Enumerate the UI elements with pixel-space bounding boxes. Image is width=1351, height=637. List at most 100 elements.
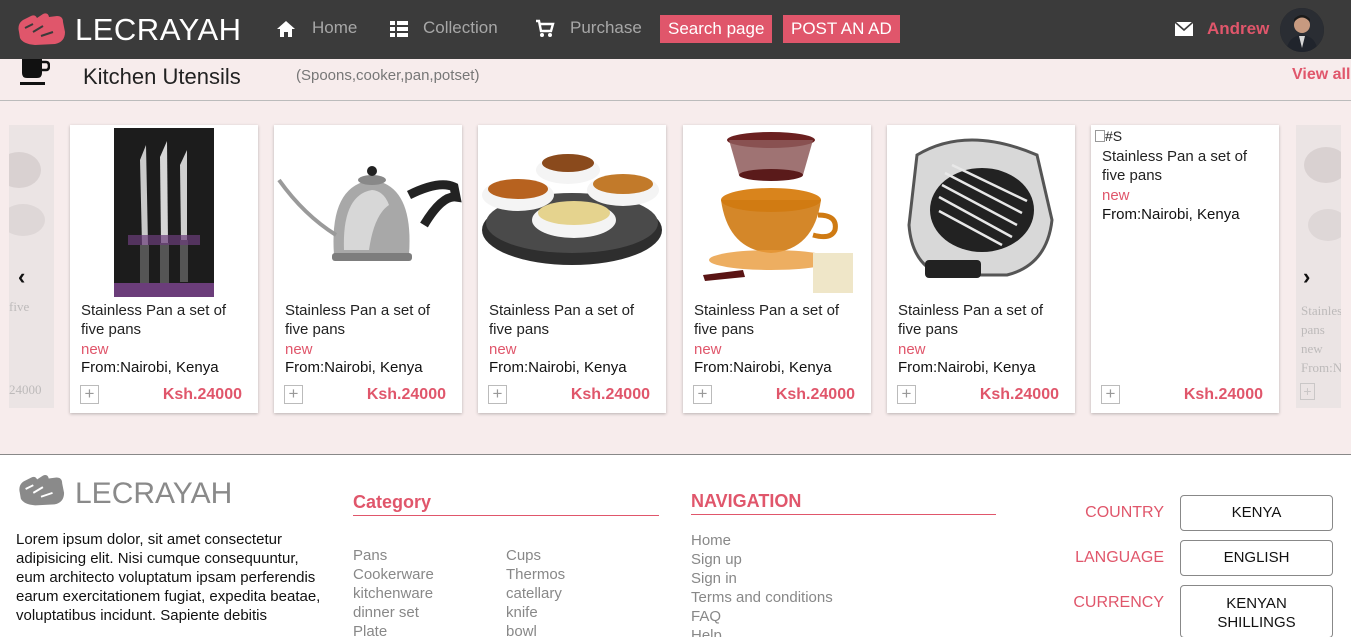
nav-collection[interactable]: Collection	[423, 18, 498, 38]
footer-nav-link[interactable]: Sign in	[691, 569, 833, 588]
add-to-cart-button[interactable]: +	[488, 385, 507, 404]
add-to-cart-button[interactable]: +	[1101, 385, 1120, 404]
category-heading: Category	[353, 492, 659, 516]
mail-icon[interactable]	[1175, 22, 1193, 36]
country-select[interactable]: KENYA	[1180, 495, 1333, 531]
broken-image-alt: #S	[1105, 128, 1123, 144]
add-to-cart-button[interactable]: +	[80, 385, 99, 404]
hand-logo-icon[interactable]	[15, 10, 67, 48]
product-image	[703, 132, 853, 293]
partial-card-line: From:Na	[1301, 360, 1341, 375]
category-link[interactable]: Plate	[353, 622, 434, 637]
broken-image-icon	[1095, 130, 1105, 142]
footer-nav-link[interactable]: Terms and conditions	[691, 588, 833, 607]
product-price: Ksh.24000	[366, 386, 446, 403]
product-condition: new	[1102, 187, 1130, 204]
top-navbar: LECRAYAH Home Collection Purchase Search…	[0, 0, 1351, 59]
category-link[interactable]: Cookerware	[353, 565, 434, 584]
partial-card-line: pans	[1301, 322, 1325, 337]
currency-label: CURRENCY	[1073, 594, 1164, 611]
view-all-link[interactable]: View all	[1292, 66, 1350, 84]
product-name[interactable]: Stainless Pan a set of five pans	[285, 301, 445, 339]
category-link[interactable]: Thermos	[506, 565, 565, 584]
user-name[interactable]: Andrew	[1207, 19, 1269, 39]
add-to-cart-button[interactable]: +	[693, 385, 712, 404]
hand-logo-icon	[19, 475, 65, 506]
category-link[interactable]: catellary	[506, 584, 565, 603]
product-price: Ksh.24000	[1183, 386, 1263, 403]
product-name[interactable]: Stainless Pan a set of five pans	[81, 301, 241, 339]
carousel-prev-button[interactable]: ‹	[18, 264, 25, 290]
product-card[interactable]: Stainless Pan a set of five pans new Fro…	[683, 125, 871, 413]
avatar[interactable]	[1280, 8, 1324, 52]
category-title: Kitchen Utensils	[83, 64, 241, 89]
partial-card-line: Stainless	[1301, 303, 1341, 318]
product-card[interactable]: #S Stainless Pan a set of five pans new …	[1091, 125, 1279, 413]
product-condition: new	[898, 341, 926, 358]
country-label: COUNTRY	[1085, 504, 1164, 521]
add-to-cart-button[interactable]: +	[284, 385, 303, 404]
footer-brand-logo: LECRAYAH	[75, 477, 233, 510]
partial-card-price: 24000	[9, 382, 42, 397]
carousel-next-button[interactable]: ›	[1303, 264, 1310, 290]
partial-card-line: new	[1301, 341, 1323, 356]
footer-nav-link[interactable]: FAQ	[691, 607, 833, 626]
product-card[interactable]: Stainless Pan a set of five pans new Fro…	[887, 125, 1075, 413]
broken-image: #S	[1095, 128, 1122, 144]
partial-card-left[interactable]: five 24000	[9, 125, 54, 408]
nav-home[interactable]: Home	[312, 18, 357, 38]
category-link[interactable]: bowl	[506, 622, 565, 637]
category-link[interactable]: Cups	[506, 546, 565, 565]
product-card[interactable]: Stainless Pan a set of five pans new Fro…	[274, 125, 462, 413]
grid-list-icon	[390, 21, 408, 37]
product-name[interactable]: Stainless Pan a set of five pans	[489, 301, 649, 339]
product-location: From:Nairobi, Kenya	[898, 359, 1036, 376]
product-card[interactable]: Stainless Pan a set of five pans new Fro…	[70, 125, 258, 413]
product-location: From:Nairobi, Kenya	[1102, 206, 1240, 223]
footer-nav-link[interactable]: Sign up	[691, 550, 833, 569]
footer-nav-link[interactable]: Home	[691, 531, 833, 550]
currency-select[interactable]: KENYAN SHILLINGS	[1180, 585, 1333, 637]
brand-logo[interactable]: LECRAYAH	[75, 12, 242, 48]
category-subtitle: (Spoons,cooker,pan,potset)	[296, 67, 480, 84]
product-condition: new	[694, 341, 722, 358]
partial-card-text: Stainless pans new From:Na	[1301, 301, 1341, 377]
search-page-button[interactable]: Search page	[660, 15, 773, 43]
footer-nav-link[interactable]: Help	[691, 626, 833, 637]
product-name[interactable]: Stainless Pan a set of five pans	[898, 301, 1058, 339]
product-price: Ksh.24000	[979, 386, 1059, 403]
post-ad-button[interactable]: POST AN AD	[783, 15, 900, 43]
language-select[interactable]: ENGLISH	[1180, 540, 1333, 576]
add-to-cart-button[interactable]: +	[897, 385, 916, 404]
product-price: Ksh.24000	[775, 386, 855, 403]
kitchen-utensils-section: Kitchen Utensils (Spoons,cooker,pan,pots…	[0, 59, 1351, 454]
category-link[interactable]: kitchenware	[353, 584, 434, 603]
product-card[interactable]: Stainless Pan a set of five pans new Fro…	[478, 125, 666, 413]
user-photo-icon	[1280, 8, 1324, 52]
navigation-list: Home Sign up Sign in Terms and condition…	[691, 531, 833, 637]
footer-description: Lorem ipsum dolor, sit amet consectetur …	[16, 531, 321, 624]
navigation-heading: NAVIGATION	[691, 491, 996, 515]
nav-purchase[interactable]: Purchase	[570, 18, 642, 38]
product-image	[907, 138, 1054, 278]
product-image	[277, 166, 462, 261]
product-price: Ksh.24000	[162, 386, 242, 403]
product-price: Ksh.24000	[570, 386, 650, 403]
coffee-cup-icon	[20, 59, 50, 85]
footer: LECRAYAH Lorem ipsum dolor, sit amet con…	[0, 454, 1351, 637]
product-name[interactable]: Stainless Pan a set of five pans	[694, 301, 854, 339]
product-image	[9, 152, 45, 236]
product-image	[114, 128, 214, 297]
product-location: From:Nairobi, Kenya	[489, 359, 627, 376]
product-image	[482, 154, 662, 265]
category-link[interactable]: Pans	[353, 546, 434, 565]
add-to-cart-button[interactable]: +	[1300, 383, 1315, 400]
category-link[interactable]: dinner set	[353, 603, 434, 622]
product-location: From:Nairobi, Kenya	[694, 359, 832, 376]
product-condition: new	[81, 341, 109, 358]
home-icon	[277, 21, 295, 37]
category-link[interactable]: knife	[506, 603, 565, 622]
product-image	[1304, 147, 1341, 241]
product-name[interactable]: Stainless Pan a set of five pans	[1102, 147, 1262, 185]
category-header: Kitchen Utensils (Spoons,cooker,pan,pots…	[0, 59, 1351, 101]
